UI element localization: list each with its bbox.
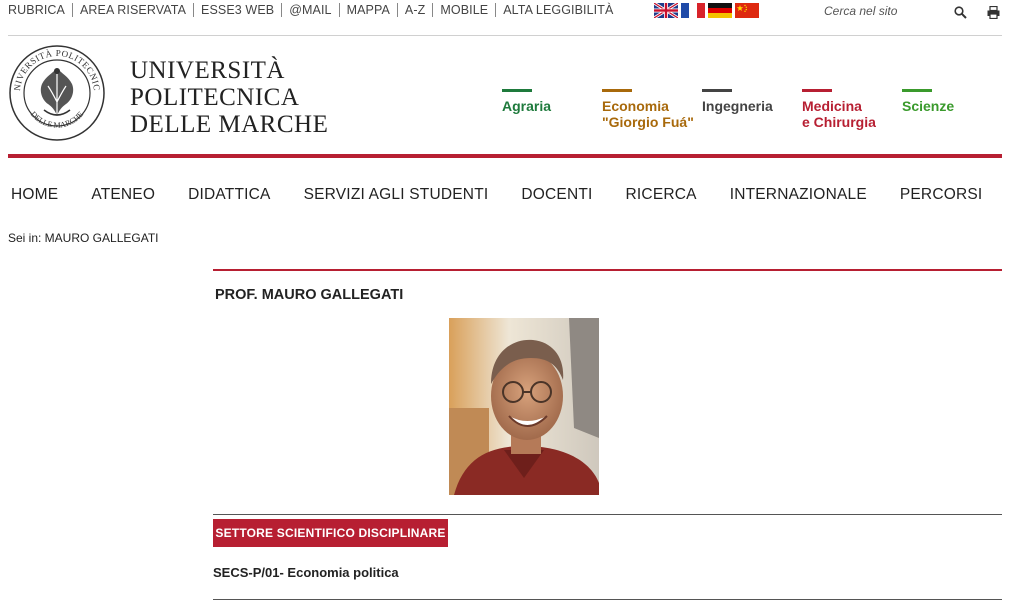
link-a-z[interactable]: A-Z: [396, 3, 432, 17]
faculty-color-bar: [502, 89, 532, 92]
nav-percorsi[interactable]: PERCORSI: [900, 186, 983, 204]
section-divider: [213, 599, 1002, 600]
nav-ateneo[interactable]: ATENEO: [91, 186, 155, 204]
university-name-line3: DELLE MARCHE: [130, 111, 329, 138]
faculty-color-bar: [802, 89, 832, 92]
nav-docenti[interactable]: DOCENTI: [521, 186, 592, 204]
faculty-scienze[interactable]: Scienze: [902, 89, 954, 114]
header-divider: [8, 154, 1002, 158]
utility-bar: RUBRICA AREA RISERVATA ESSE3 WEB @MAIL M…: [0, 0, 1029, 36]
link-area-riservata[interactable]: AREA RISERVATA: [71, 3, 193, 17]
nav-home[interactable]: HOME: [11, 186, 58, 204]
university-name-line1: UNIVERSITÀ: [130, 57, 285, 84]
ssd-value: SECS-P/01- Economia politica: [213, 565, 399, 580]
main-navigation: HOME ATENEO DIDATTICA SERVIZI AGLI STUDE…: [11, 186, 1015, 204]
nav-servizi-studenti[interactable]: SERVIZI AGLI STUDENTI: [304, 186, 489, 204]
faculty-label-line2: "Giorgio Fuá": [602, 114, 694, 130]
nav-internazionale[interactable]: INTERNAZIONALE: [730, 186, 867, 204]
content-divider: [213, 269, 1002, 271]
search-icon[interactable]: [954, 6, 967, 19]
faculty-ingegneria[interactable]: Ingegneria: [702, 89, 773, 114]
page-title: PROF. MAURO GALLEGATI: [215, 287, 404, 303]
nav-ricerca[interactable]: RICERCA: [626, 186, 697, 204]
utility-links: RUBRICA AREA RISERVATA ESSE3 WEB @MAIL M…: [8, 3, 620, 17]
link-alta-leggibilita[interactable]: ALTA LEGGIBILITÀ: [495, 3, 620, 17]
china-flag-icon[interactable]: [735, 3, 759, 18]
faculty-economia[interactable]: Economia "Giorgio Fuá": [602, 89, 694, 130]
faculty-label: Agraria: [502, 98, 552, 114]
ssd-section-header: SETTORE SCIENTIFICO DISCIPLINARE: [213, 519, 448, 547]
faculty-label: Medicina: [802, 98, 862, 114]
faculty-label: Economia: [602, 98, 669, 114]
university-seal-logo[interactable]: UNIVERSITÀ POLITECNICA DELLE MARCHE: [8, 44, 106, 142]
link-esse3-web[interactable]: ESSE3 WEB: [193, 3, 281, 17]
link-mobile[interactable]: MOBILE: [432, 3, 495, 17]
language-flags: [654, 3, 759, 18]
germany-flag-icon[interactable]: [708, 3, 732, 18]
faculty-label: Ingegneria: [702, 98, 773, 114]
link-rubrica[interactable]: RUBRICA: [8, 3, 72, 17]
print-icon[interactable]: [987, 6, 1000, 19]
faculty-color-bar: [702, 89, 732, 92]
search-input[interactable]: Cerca nel sito: [824, 4, 897, 18]
professor-photo: [449, 318, 599, 495]
nav-didattica[interactable]: DIDATTICA: [188, 186, 270, 204]
university-name-line2: POLITECNICA: [130, 84, 300, 111]
uk-flag-icon[interactable]: [654, 3, 678, 18]
faculty-color-bar: [902, 89, 932, 92]
faculty-label-line2: e Chirurgia: [802, 114, 876, 130]
breadcrumb: Sei in: MAURO GALLEGATI: [8, 231, 159, 245]
topbar-divider: [8, 35, 1002, 36]
faculty-color-bar: [602, 89, 632, 92]
section-divider: [213, 514, 1002, 515]
faculty-agraria[interactable]: Agraria: [502, 89, 551, 114]
university-name[interactable]: UNIVERSITÀ POLITECNICA DELLE MARCHE: [130, 57, 328, 138]
link-mappa[interactable]: MAPPA: [338, 3, 397, 17]
faculty-label: Scienze: [902, 98, 955, 114]
link-mail[interactable]: @MAIL: [281, 3, 338, 17]
faculty-medicina[interactable]: Medicina e Chirurgia: [802, 89, 876, 130]
france-flag-icon[interactable]: [681, 3, 705, 18]
